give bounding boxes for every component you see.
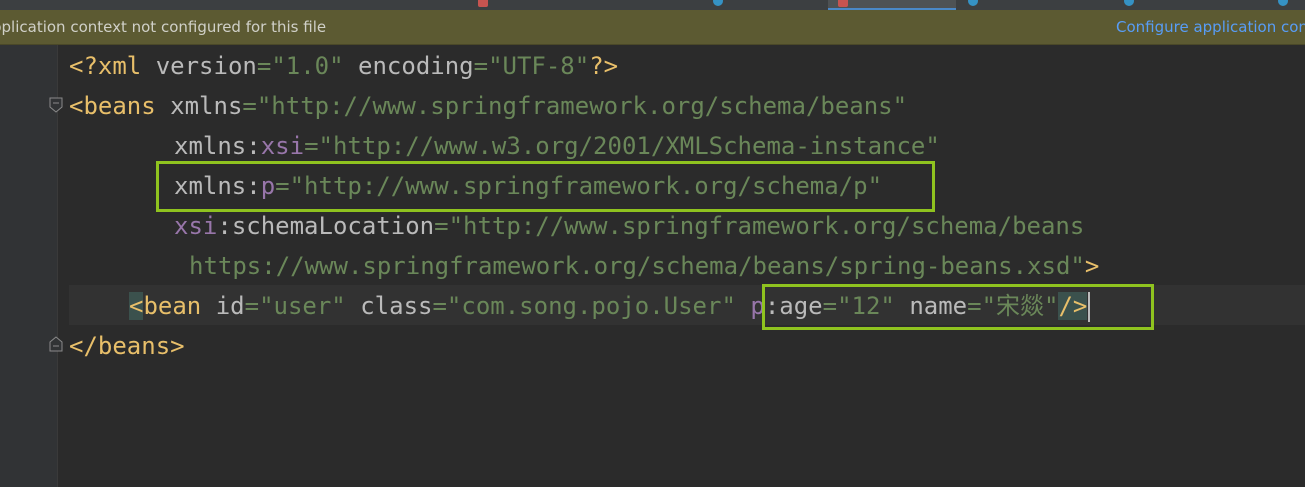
eq-sign: = xyxy=(256,52,272,80)
highlight-box-p-attributes xyxy=(762,284,1154,330)
eq-sign: = xyxy=(244,292,260,320)
attr-schema-location: schemaLocation xyxy=(231,212,435,240)
configure-application-context-link[interactable]: Configure application con xyxy=(1116,10,1305,44)
value-schema-location-2: https://www.springframework.org/schema/b… xyxy=(189,252,1085,280)
notification-message: pplication context not configured for th… xyxy=(0,18,327,36)
namespace-xsi: xsi xyxy=(174,212,218,240)
attr-class: class xyxy=(360,292,433,320)
value-id: "user" xyxy=(259,292,346,320)
notification-banner: pplication context not configured for th… xyxy=(0,10,1305,45)
attr-version: version xyxy=(155,52,257,80)
tag-beans-open-close: > xyxy=(1084,252,1100,280)
code-line-3: xmlns:xsi="http://www.w3.org/2001/XMLSch… xyxy=(174,126,940,166)
class-file-icon xyxy=(713,0,723,6)
fold-open-icon[interactable] xyxy=(49,97,63,113)
class-file-icon xyxy=(1124,0,1134,6)
eq-sign: = xyxy=(434,212,449,240)
eq-sign: = xyxy=(473,52,489,80)
active-editor-tab[interactable] xyxy=(828,0,956,10)
colon: : xyxy=(246,132,261,160)
attr-id: id xyxy=(215,292,245,320)
value-class: "com.song.pojo.User" xyxy=(446,292,736,320)
highlight-box-p-namespace xyxy=(156,161,935,212)
code-line-2: <beans xmlns="http://www.springframework… xyxy=(69,86,907,126)
attr-xmlns-prefix: xmlns xyxy=(174,132,247,160)
code-line-6: https://www.springframework.org/schema/b… xyxy=(189,246,1099,286)
eq-sign: = xyxy=(242,92,257,120)
namespace-xsi: xsi xyxy=(260,132,305,160)
xml-file-icon xyxy=(478,0,488,7)
fold-close-icon[interactable] xyxy=(49,336,63,352)
code-line-8: </beans> xyxy=(69,326,185,366)
tag-bean: bean xyxy=(143,292,216,320)
attr-xmlns: xmlns xyxy=(170,92,243,120)
tag-beans-close: </beans> xyxy=(69,332,185,360)
value-encoding: "UTF-8" xyxy=(488,52,590,80)
value-beans-schema: "http://www.springframework.org/schema/b… xyxy=(256,92,908,120)
attr-encoding: encoding xyxy=(358,52,474,80)
value-schema-location-1: "http://www.springframework.org/schema/b… xyxy=(448,212,1085,240)
code-line-1: <?xml version="1.0" encoding="UTF-8"?> xyxy=(69,46,618,86)
xml-decl-close: ?> xyxy=(589,52,619,80)
eq-sign: = xyxy=(432,292,447,320)
value-xsi-schema: "http://www.w3.org/2001/XMLSchema-instan… xyxy=(318,132,940,160)
tag-bracket-open: < xyxy=(129,292,144,320)
xml-decl-open: <?xml xyxy=(69,52,156,80)
code-line-5: xsi:schemaLocation="http://www.springfra… xyxy=(174,206,1084,246)
editor-tab-strip xyxy=(0,0,1305,10)
value-version: "1.0" xyxy=(271,52,344,80)
colon: : xyxy=(217,212,232,240)
tag-beans-open: <beans xyxy=(69,92,171,120)
class-file-icon xyxy=(1278,0,1288,6)
xml-file-icon xyxy=(838,0,848,7)
class-file-icon xyxy=(968,0,978,6)
eq-sign: = xyxy=(304,132,319,160)
